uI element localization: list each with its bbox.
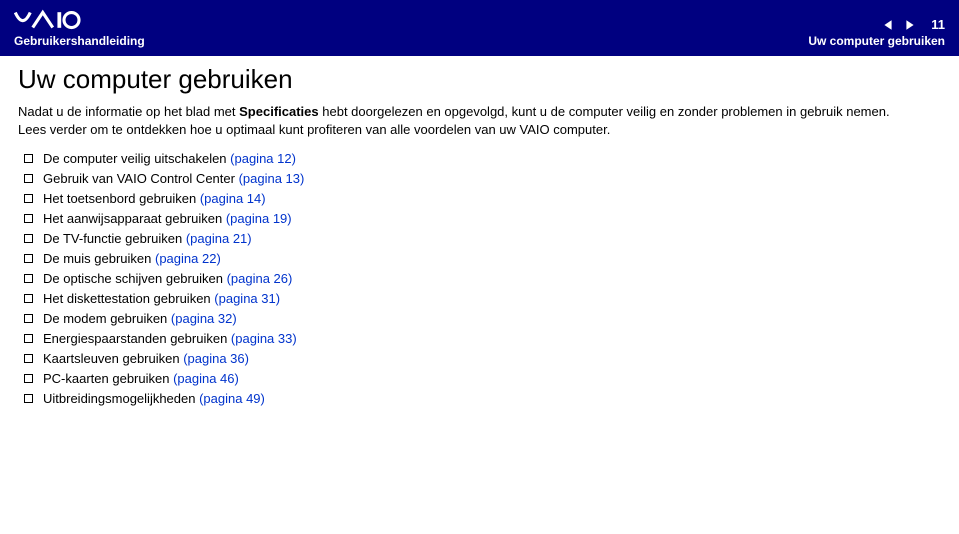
toc-link[interactable]: (pagina 32) [171, 311, 237, 326]
prev-page-icon[interactable] [881, 18, 895, 32]
intro-bold: Specificaties [239, 104, 319, 119]
bullet-icon [24, 274, 33, 283]
toc-list: De computer veilig uitschakelen (pagina … [18, 152, 941, 405]
toc-text: De optische schijven gebruiken [43, 271, 227, 286]
toc-text: PC-kaarten gebruiken [43, 371, 173, 386]
list-item: De modem gebruiken (pagina 32) [24, 312, 941, 325]
toc-link[interactable]: (pagina 46) [173, 371, 239, 386]
bullet-icon [24, 174, 33, 183]
toc-link[interactable]: (pagina 31) [214, 291, 280, 306]
toc-text: Kaartsleuven gebruiken [43, 351, 183, 366]
toc-text: De muis gebruiken [43, 251, 155, 266]
toc-text: De modem gebruiken [43, 311, 171, 326]
vaio-logo [14, 8, 145, 32]
list-item: De muis gebruiken (pagina 22) [24, 252, 941, 265]
header-right: 11 Uw computer gebruiken [808, 17, 945, 48]
bullet-icon [24, 374, 33, 383]
list-item: Kaartsleuven gebruiken (pagina 36) [24, 352, 941, 365]
bullet-icon [24, 234, 33, 243]
bullet-icon [24, 294, 33, 303]
list-item: Het toetsenbord gebruiken (pagina 14) [24, 192, 941, 205]
list-item: De computer veilig uitschakelen (pagina … [24, 152, 941, 165]
list-item: De optische schijven gebruiken (pagina 2… [24, 272, 941, 285]
section-label: Uw computer gebruiken [808, 34, 945, 48]
list-item: Gebruik van VAIO Control Center (pagina … [24, 172, 941, 185]
next-page-icon[interactable] [903, 18, 917, 32]
toc-link[interactable]: (pagina 14) [200, 191, 266, 206]
bullet-icon [24, 194, 33, 203]
bullet-icon [24, 334, 33, 343]
header-bar: Gebruikershandleiding 11 Uw computer geb… [0, 0, 959, 56]
toc-text: Energiespaarstanden gebruiken [43, 331, 231, 346]
toc-link[interactable]: (pagina 26) [227, 271, 293, 286]
bullet-icon [24, 354, 33, 363]
toc-link[interactable]: (pagina 33) [231, 331, 297, 346]
bullet-icon [24, 314, 33, 323]
toc-text: Het aanwijsapparaat gebruiken [43, 211, 226, 226]
guide-label: Gebruikershandleiding [14, 34, 145, 48]
toc-link[interactable]: (pagina 36) [183, 351, 249, 366]
toc-text: De computer veilig uitschakelen [43, 151, 230, 166]
header-left: Gebruikershandleiding [14, 8, 145, 48]
list-item: De TV-functie gebruiken (pagina 21) [24, 232, 941, 245]
list-item: Het aanwijsapparaat gebruiken (pagina 19… [24, 212, 941, 225]
bullet-icon [24, 394, 33, 403]
toc-text: Het diskettestation gebruiken [43, 291, 214, 306]
toc-text: Uitbreidingsmogelijkheden [43, 391, 199, 406]
toc-link[interactable]: (pagina 49) [199, 391, 265, 406]
nav-row: 11 [881, 17, 945, 32]
bullet-icon [24, 254, 33, 263]
list-item: Energiespaarstanden gebruiken (pagina 33… [24, 332, 941, 345]
toc-text: Gebruik van VAIO Control Center [43, 171, 239, 186]
intro-paragraph: Nadat u de informatie op het blad met Sp… [18, 103, 918, 138]
page-title: Uw computer gebruiken [18, 64, 941, 95]
list-item: Uitbreidingsmogelijkheden (pagina 49) [24, 392, 941, 405]
page-number: 11 [925, 17, 945, 32]
list-item: PC-kaarten gebruiken (pagina 46) [24, 372, 941, 385]
toc-link[interactable]: (pagina 19) [226, 211, 292, 226]
content-area: Uw computer gebruiken Nadat u de informa… [0, 56, 959, 422]
toc-link[interactable]: (pagina 21) [186, 231, 252, 246]
toc-text: De TV-functie gebruiken [43, 231, 186, 246]
bullet-icon [24, 154, 33, 163]
toc-link[interactable]: (pagina 22) [155, 251, 221, 266]
intro-text-1: Nadat u de informatie op het blad met [18, 104, 239, 119]
list-item: Het diskettestation gebruiken (pagina 31… [24, 292, 941, 305]
bullet-icon [24, 214, 33, 223]
toc-link[interactable]: (pagina 12) [230, 151, 296, 166]
toc-text: Het toetsenbord gebruiken [43, 191, 200, 206]
toc-link[interactable]: (pagina 13) [239, 171, 305, 186]
